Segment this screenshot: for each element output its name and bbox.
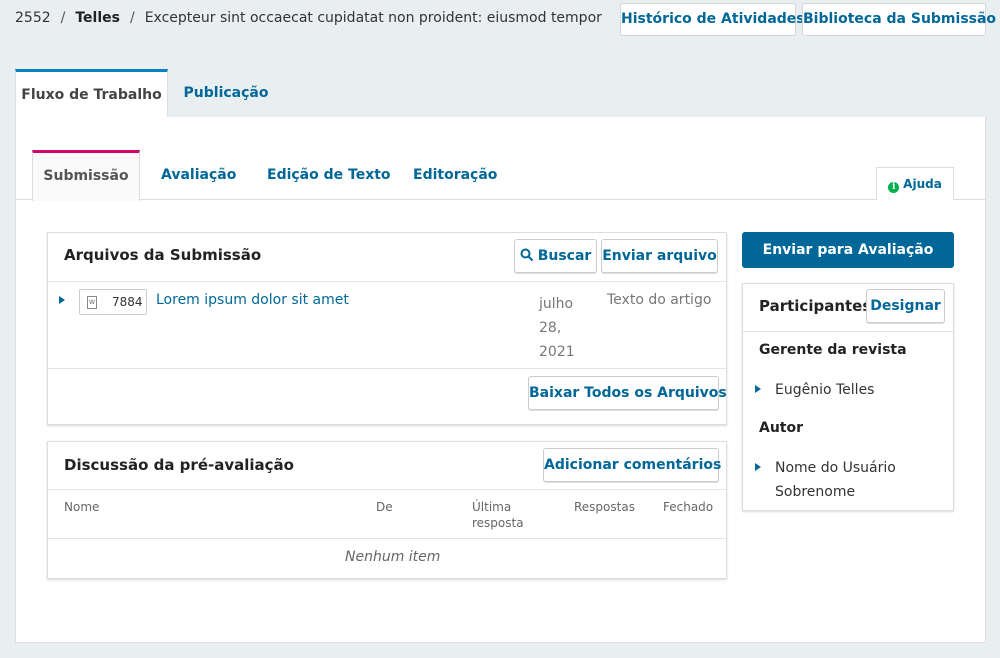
role-journal-manager: Gerente da revista — [759, 342, 907, 358]
file-date-year: 2021 — [539, 344, 575, 360]
file-date-month: julho — [539, 296, 574, 312]
expand-participant-icon[interactable] — [755, 385, 761, 393]
help-button[interactable]: i Ajuda — [876, 167, 954, 200]
divider — [48, 489, 726, 490]
divider — [48, 368, 726, 369]
expand-participant-icon[interactable] — [755, 463, 761, 471]
tab-workflow[interactable]: Fluxo de Trabalho — [15, 69, 168, 118]
column-header-name: Nome — [64, 500, 100, 514]
stage-tabs: Submissão Avaliação Edição de Texto Edit… — [15, 150, 986, 201]
info-icon: i — [888, 182, 900, 193]
divider — [743, 331, 953, 332]
file-id: 7884 — [112, 295, 143, 309]
column-header-closed: Fechado — [663, 500, 714, 514]
expand-row-icon[interactable] — [59, 296, 65, 304]
page: 2552 / Telles / Excepteur sint occaecat cupi… — [0, 0, 1000, 658]
participant-name[interactable]: Nome do Usuário Sobrenome — [775, 456, 935, 504]
tab-production[interactable]: Editoração — [413, 150, 497, 200]
file-type: Texto do artigo — [607, 292, 712, 308]
header: 2552 / Telles / Excepteur sint occaecat cupi… — [0, 0, 1000, 40]
file-date: julho 28, 2021 — [539, 292, 575, 364]
help-label: Ajuda — [903, 177, 942, 191]
column-header-last-reply-line2: resposta — [472, 516, 524, 530]
breadcrumb-separator: / — [129, 10, 135, 26]
participants-title: Participantes — [759, 297, 872, 315]
upload-file-button[interactable]: Enviar arquivo — [601, 239, 718, 273]
tab-copyediting[interactable]: Edição de Texto — [267, 150, 391, 200]
submission-id: 2552 — [15, 10, 51, 26]
search-label: Buscar — [537, 248, 592, 264]
send-to-review-button[interactable]: Enviar para Avaliação — [742, 232, 954, 268]
submission-files-title: Arquivos da Submissão — [64, 246, 262, 264]
divider — [48, 281, 726, 282]
author-name: Telles — [75, 10, 120, 26]
document-icon: W — [87, 296, 97, 309]
submission-library-button[interactable]: Biblioteca da Submissão — [802, 3, 996, 36]
column-header-from: De — [376, 500, 393, 514]
activity-log-button[interactable]: Histórico de Atividades — [620, 3, 805, 36]
role-author: Autor — [759, 420, 804, 436]
column-header-last-reply: Última resposta — [472, 499, 524, 531]
breadcrumb: 2552 / Telles / Excepteur sint occaecat cupi… — [15, 10, 605, 26]
empty-message: Nenhum item — [345, 549, 441, 565]
divider — [48, 538, 726, 539]
discussion-title: Discussão da pré-avaliação — [64, 456, 294, 474]
file-name-link[interactable]: Lorem ipsum dolor sit amet — [156, 292, 349, 308]
search-icon — [520, 248, 533, 262]
breadcrumb-separator: / — [60, 10, 66, 26]
download-all-button[interactable]: Baixar Todos os Arquivos — [528, 376, 727, 410]
column-header-last-reply-line1: Última — [472, 500, 512, 514]
column-header-replies: Respostas — [574, 500, 635, 514]
search-button[interactable]: Buscar — [514, 239, 597, 273]
file-id-badge: W 7884 — [79, 289, 147, 315]
add-discussion-button[interactable]: Adicionar comentários — [543, 448, 721, 482]
assign-button[interactable]: Designar — [866, 289, 945, 323]
tab-submission[interactable]: Submissão — [32, 150, 140, 201]
tab-review[interactable]: Avaliação — [161, 150, 236, 200]
submission-title: Excepteur sint occaecat cupidatat non pr… — [144, 10, 605, 26]
file-date-day: 28, — [539, 320, 562, 336]
tab-publication[interactable]: Publicação — [178, 69, 274, 118]
participant-name[interactable]: Eugênio Telles — [775, 378, 874, 402]
